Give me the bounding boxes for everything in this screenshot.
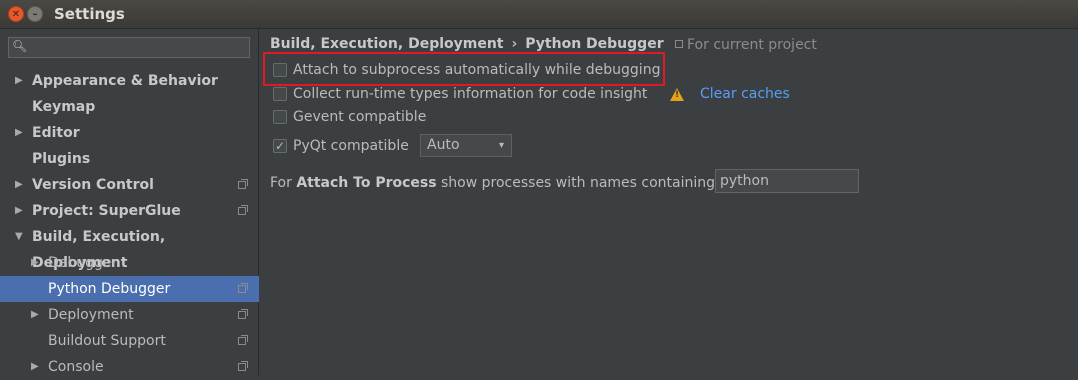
- sidebar-item-build-execution-deployment[interactable]: ▼ Build, Execution, Deployment: [0, 224, 259, 271]
- project-scope-icon: [238, 283, 248, 293]
- collect-types-label[interactable]: Collect run-time types information for c…: [293, 84, 647, 104]
- sidebar-item-plugins[interactable]: Plugins: [0, 146, 259, 172]
- attach-subprocess-option[interactable]: Attach to subprocess automatically while…: [273, 60, 663, 80]
- gevent-option[interactable]: Gevent compatible: [273, 107, 473, 127]
- collapsed-arrow-icon[interactable]: ▶: [31, 354, 39, 380]
- collapsed-arrow-icon[interactable]: ▶: [15, 120, 23, 146]
- collapsed-arrow-icon[interactable]: ▶: [15, 198, 23, 224]
- window-title: Settings: [54, 5, 125, 23]
- settings-sidebar: 🔍︎ ▶ Appearance & Behavior Keymap ▶ Editor Pl…: [0, 29, 259, 375]
- breadcrumb-parent[interactable]: Build, Execution, Deployment: [270, 36, 504, 52]
- attach-process-prefix: For: [270, 175, 297, 191]
- attach-process-bold: Attach To Process: [296, 175, 437, 191]
- python-debugger-panel: Build, Execution, Deployment › Python Debu…: [260, 29, 1078, 375]
- chevron-down-icon[interactable]: ▾: [499, 135, 504, 156]
- pyqt-mode-select[interactable]: Auto ▾: [420, 134, 512, 157]
- collapsed-arrow-icon[interactable]: ▶: [31, 250, 39, 276]
- sidebar-item-label: Plugins: [32, 151, 91, 167]
- sidebar-item-label: Deployment: [48, 307, 134, 323]
- sidebar-item-debugger[interactable]: ▶ Debugger: [0, 250, 259, 276]
- project-scope-icon: [675, 40, 683, 48]
- close-icon[interactable]: ✕: [8, 6, 24, 22]
- project-scope-icon: [238, 361, 248, 371]
- pyqt-checkbox[interactable]: ✓: [273, 139, 287, 153]
- minimize-icon[interactable]: –: [27, 6, 43, 22]
- sidebar-item-label: Appearance & Behavior: [32, 73, 218, 89]
- project-scope-icon: [238, 205, 248, 215]
- pyqt-label[interactable]: PyQt compatible: [293, 136, 409, 156]
- expanded-arrow-icon[interactable]: ▼: [15, 224, 23, 250]
- sidebar-item-label: Buildout Support: [48, 333, 166, 349]
- collect-types-checkbox[interactable]: [273, 87, 287, 101]
- sidebar-item-keymap[interactable]: Keymap: [0, 94, 259, 120]
- project-scope-icon: [238, 335, 248, 345]
- attach-process-suffix: show processes with names containing:: [436, 175, 720, 191]
- sidebar-item-buildout-support[interactable]: Buildout Support: [0, 328, 259, 354]
- scope-note-label: For current project: [687, 37, 817, 53]
- clear-caches-link[interactable]: Clear caches: [700, 84, 790, 104]
- sidebar-item-label: Editor: [32, 125, 80, 141]
- breadcrumb: Build, Execution, Deployment › Python Debu…: [270, 36, 664, 52]
- sidebar-item-appearance-behavior[interactable]: ▶ Appearance & Behavior: [0, 68, 259, 94]
- gevent-label[interactable]: Gevent compatible: [293, 107, 426, 127]
- project-scope-icon: [238, 179, 248, 189]
- sidebar-item-editor[interactable]: ▶ Editor: [0, 120, 259, 146]
- project-scope-icon: [238, 309, 248, 319]
- pyqt-mode-value: Auto: [427, 137, 460, 153]
- attach-subprocess-label[interactable]: Attach to subprocess automatically while…: [293, 60, 660, 80]
- collapsed-arrow-icon[interactable]: ▶: [15, 172, 23, 198]
- attach-process-label: For Attach To Process show processes wit…: [270, 173, 720, 193]
- sidebar-item-label: Keymap: [32, 99, 96, 115]
- breadcrumb-separator: ›: [511, 36, 518, 52]
- process-name-input[interactable]: [715, 169, 859, 193]
- warning-icon: !: [670, 88, 684, 101]
- title-bar: ✕ – Settings: [0, 0, 1078, 29]
- scope-note: For current project: [675, 37, 817, 53]
- collapsed-arrow-icon[interactable]: ▶: [31, 302, 39, 328]
- sidebar-item-label: Project: SuperGlue: [32, 203, 181, 219]
- search-icon[interactable]: 🔍︎: [12, 39, 27, 53]
- search-input[interactable]: [33, 39, 243, 55]
- sidebar-item-label: Debugger: [48, 255, 118, 271]
- attach-subprocess-checkbox[interactable]: [273, 63, 287, 77]
- sidebar-item-label: Version Control: [32, 177, 154, 193]
- sidebar-item-python-debugger[interactable]: Python Debugger: [0, 276, 259, 302]
- search-box[interactable]: 🔍︎: [8, 37, 250, 58]
- collect-types-option[interactable]: Collect run-time types information for c…: [273, 84, 663, 104]
- sidebar-item-console[interactable]: ▶ Console: [0, 354, 259, 380]
- collapsed-arrow-icon[interactable]: ▶: [15, 68, 23, 94]
- sidebar-item-label: Console: [48, 359, 104, 375]
- breadcrumb-current: Python Debugger: [525, 36, 664, 52]
- sidebar-item-label: Python Debugger: [48, 281, 171, 297]
- gevent-checkbox[interactable]: [273, 110, 287, 124]
- pyqt-option[interactable]: ✓ PyQt compatible: [273, 136, 413, 156]
- sidebar-item-deployment[interactable]: ▶ Deployment: [0, 302, 259, 328]
- sidebar-item-version-control[interactable]: ▶ Version Control: [0, 172, 259, 198]
- sidebar-item-project-superglue[interactable]: ▶ Project: SuperGlue: [0, 198, 259, 224]
